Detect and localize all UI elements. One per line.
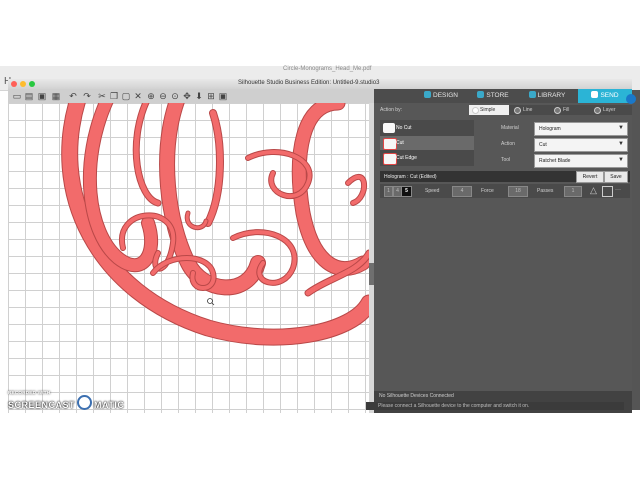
paste-icon[interactable]: ▢ — [121, 91, 131, 101]
redo-icon[interactable]: ↷ — [82, 91, 92, 101]
passes-label: Passes — [537, 188, 554, 194]
store-icon — [477, 91, 485, 98]
force-field[interactable]: 18 — [508, 186, 528, 197]
screencast-watermark: RECORDED WITH SCREENCAST MATIC — [8, 390, 124, 410]
minimize-window-icon[interactable] — [20, 81, 26, 87]
cut-action-list: No Cut Cut Cut Edge — [380, 120, 474, 166]
open-folder-icon[interactable]: ▤ — [24, 91, 34, 101]
action-cut-edge[interactable]: Cut Edge — [380, 151, 474, 165]
watermark-brand: SCREENCAST MATIC — [8, 395, 124, 410]
passes-field[interactable]: 1 — [564, 186, 582, 197]
action-cut[interactable]: Cut — [380, 136, 474, 150]
zoom-drag-icon[interactable]: ⊙ — [170, 91, 180, 101]
design-icon — [424, 91, 432, 98]
chevron-down-icon: ▼ — [618, 141, 624, 147]
cut-icon[interactable]: ✂ — [97, 91, 107, 101]
design-canvas[interactable] — [8, 103, 369, 413]
zoom-window-icon[interactable] — [29, 81, 35, 87]
screencast-logo-icon — [77, 395, 93, 410]
material-settings-row: Hologram : Cut (Edited) Revert Save — [380, 171, 630, 183]
speed-label: Speed — [425, 188, 440, 194]
line-radio[interactable] — [514, 107, 521, 114]
material-label: Material — [501, 125, 519, 131]
tab-send[interactable]: SEND — [578, 89, 632, 103]
action-no-cut[interactable]: No Cut — [380, 121, 474, 135]
more-options-icon[interactable]: ··· — [615, 187, 621, 193]
triangle-icon[interactable]: △ — [590, 185, 597, 196]
speed-field[interactable]: 4 — [452, 186, 472, 197]
action-by-label: Action by: — [380, 107, 402, 113]
move-down-icon[interactable]: ⬇ — [194, 91, 204, 101]
copy-icon[interactable]: ❐ — [109, 91, 119, 101]
tab-library[interactable]: LIBRARY — [521, 89, 573, 103]
tab-line[interactable]: Line — [511, 105, 549, 115]
action-label: Action — [501, 141, 515, 147]
tab-store[interactable]: STORE — [470, 89, 516, 103]
monogram-artwork[interactable] — [8, 103, 369, 413]
save-button[interactable]: Save — [604, 171, 628, 183]
tab-fill[interactable]: Fill — [551, 105, 589, 115]
material-row-label: Hologram : Cut (Edited) — [384, 174, 437, 180]
window-titlebar: Silhouette Studio Business Edition: Unti… — [8, 79, 632, 89]
close-window-icon[interactable] — [11, 81, 17, 87]
undo-icon[interactable]: ↶ — [68, 91, 78, 101]
save-icon[interactable]: ▣ — [37, 91, 47, 101]
device-status: No Silhouette Devices Connected — [379, 393, 454, 399]
right-edge-strip — [632, 90, 640, 410]
magnifier-cursor-icon — [207, 298, 215, 306]
blade-depth-field[interactable]: 1 — [384, 186, 393, 197]
tab-simple[interactable]: Simple — [469, 105, 509, 115]
send-icon — [591, 91, 599, 98]
cut-settings-row: 1 4 5 Speed 4 Force 18 Passes 1 △ ··· — [380, 184, 630, 198]
cut-edge-icon — [383, 153, 397, 165]
tool-dropdown[interactable]: Ratchet Blade ▼ — [534, 154, 628, 168]
blade-selected-field[interactable]: 5 — [401, 186, 412, 197]
zoom-in-icon[interactable]: ⊕ — [146, 91, 156, 101]
new-file-icon[interactable]: ▭ — [12, 91, 22, 101]
action-dropdown[interactable]: Cut ▼ — [534, 138, 628, 152]
window-title: Silhouette Studio Business Edition: Unti… — [238, 80, 380, 86]
revert-button[interactable]: Revert — [576, 171, 604, 183]
tab-design[interactable]: DESIGN — [418, 89, 464, 103]
square-icon[interactable] — [602, 186, 613, 197]
zoom-out-icon[interactable]: ⊖ — [158, 91, 168, 101]
fit-page-icon[interactable]: ▣ — [218, 91, 228, 101]
background-window-title: Circle-Monograms_Head_Me.pdf — [283, 66, 372, 72]
toolbar: ▭ ▤ ▣ ▦ ↶ ↷ ✂ ❐ ▢ ✕ ⊕ ⊖ ⊙ ✥ ⬇ ⊞ ▣ — [8, 89, 374, 104]
material-dropdown[interactable]: Hologram ▼ — [534, 122, 628, 136]
main-nav-tabs: DESIGN STORE LIBRARY SEND — [374, 89, 632, 103]
notification-dot-icon — [626, 94, 636, 104]
no-cut-icon — [383, 123, 395, 133]
delete-icon[interactable]: ✕ — [133, 91, 143, 101]
device-hint-bar: Please connect a Silhouette device to th… — [366, 402, 624, 410]
send-panel: Action by: Simple Line Fill Layer No Cut… — [374, 103, 632, 413]
force-label: Force — [481, 188, 494, 194]
app-window: Silhouette Studio Business Edition: Unti… — [8, 79, 632, 413]
desktop-background — [0, 413, 640, 480]
chevron-down-icon: ▼ — [618, 125, 624, 131]
action-by-tabs: Simple Line Fill Layer — [469, 105, 632, 115]
library-icon — [528, 91, 536, 98]
device-hint-text: Please connect a Silhouette device to th… — [378, 403, 530, 409]
tab-layer[interactable]: Layer — [591, 105, 631, 115]
pan-icon[interactable]: ✥ — [182, 91, 192, 101]
simple-radio[interactable] — [472, 107, 479, 114]
fill-radio[interactable] — [554, 107, 561, 114]
layer-radio[interactable] — [594, 107, 601, 114]
print-icon[interactable]: ▦ — [51, 91, 61, 101]
chevron-down-icon: ▼ — [618, 157, 624, 163]
cut-action-icon — [383, 138, 397, 150]
tool-label: Tool — [501, 157, 511, 163]
zoom-fit-icon[interactable]: ⊞ — [206, 91, 216, 101]
